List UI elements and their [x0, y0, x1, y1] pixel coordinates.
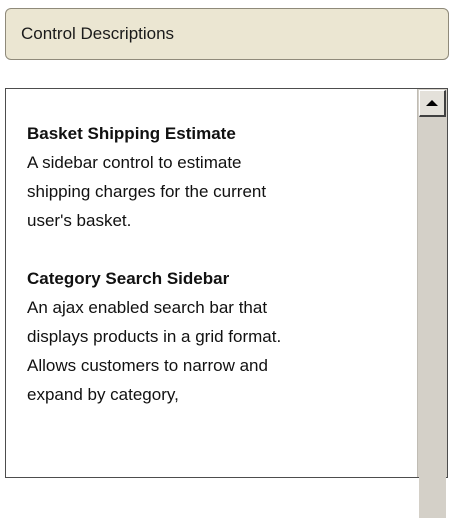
- item-description-line: Allows customers to narrow and: [27, 356, 268, 375]
- scroll-thumb[interactable]: [419, 118, 446, 518]
- control-descriptions-header: Control Descriptions: [5, 8, 449, 60]
- vertical-scrollbar[interactable]: [417, 89, 447, 518]
- item-description-line: A sidebar control to estimate: [27, 153, 242, 172]
- item-title: Basket Shipping Estimate: [27, 124, 236, 143]
- item-title: Category Search Sidebar: [27, 269, 230, 288]
- item-description-line: expand by category,: [27, 385, 179, 404]
- list-item: Category Search Sidebar An ajax enabled …: [27, 264, 407, 409]
- list-content: Basket Shipping Estimate A sidebar contr…: [27, 119, 407, 438]
- item-description-line: user's basket.: [27, 211, 132, 230]
- up-arrow-icon: [426, 100, 438, 106]
- control-descriptions-list[interactable]: Basket Shipping Estimate A sidebar contr…: [5, 88, 448, 518]
- scroll-up-button[interactable]: [419, 90, 446, 117]
- item-description-line: shipping charges for the current: [27, 182, 267, 201]
- item-description-line: An ajax enabled search bar that: [27, 298, 268, 317]
- list-item: Basket Shipping Estimate A sidebar contr…: [27, 119, 407, 235]
- item-description-line: displays products in a grid format.: [27, 327, 282, 346]
- header-title: Control Descriptions: [21, 24, 175, 43]
